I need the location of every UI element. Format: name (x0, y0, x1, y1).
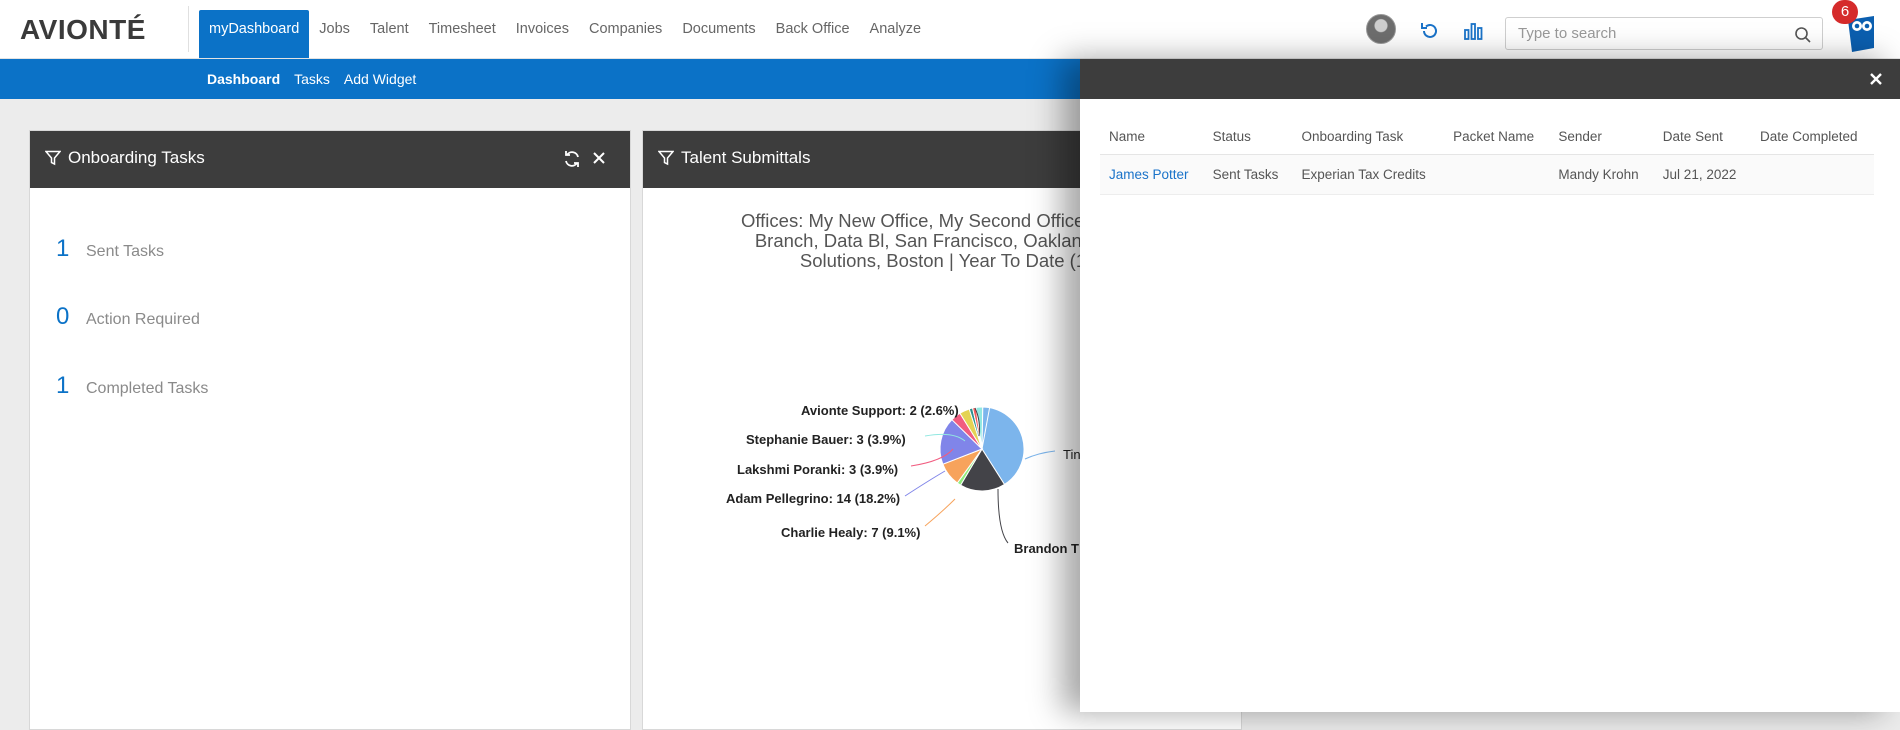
nav-documents[interactable]: Documents (672, 10, 765, 58)
pie-data-label: Stephanie Bauer: 3 (3.9%) (746, 432, 906, 447)
search-box (1505, 17, 1823, 50)
table-cell (1444, 154, 1550, 195)
top-navigation-bar: AVIONTÉ myDashboard Jobs Talent Timeshee… (0, 0, 1900, 59)
nav-mydashboard[interactable]: myDashboard (199, 10, 310, 58)
widget-title: Onboarding Tasks (68, 148, 205, 167)
subnav-tasks[interactable]: Tasks (287, 59, 337, 99)
logo-divider (188, 6, 189, 52)
stat-value: 1 (56, 372, 70, 399)
table-cell (1751, 154, 1874, 195)
nav-timesheet[interactable]: Timesheet (419, 10, 506, 58)
pie-connector-line (997, 488, 1009, 544)
pie-data-label: Brandon T (1014, 541, 1079, 556)
pie-data-label: Charlie Healy: 7 (9.1%) (781, 525, 921, 540)
nav-jobs[interactable]: Jobs (309, 10, 360, 58)
table-row[interactable]: James Potter Sent Tasks Experian Tax Cre… (1100, 154, 1874, 195)
stat-action-required[interactable]: 0 Action Required (56, 303, 200, 331)
stat-label: Action Required (86, 311, 200, 328)
pie-data-label: Adam Pellegrino: 14 (18.2%) (726, 491, 901, 506)
close-icon[interactable] (590, 149, 608, 167)
pie-data-label: Tin (1063, 447, 1081, 462)
pie-connector-line (924, 498, 956, 527)
search-icon[interactable] (1794, 26, 1812, 44)
table-cell: Sent Tasks (1203, 154, 1293, 195)
onboarding-detail-panel: Name Status Onboarding Task Packet Name … (1080, 59, 1900, 712)
filter-icon[interactable] (45, 150, 61, 166)
nav-analyze[interactable]: Analyze (860, 10, 932, 58)
table-cell: Mandy Krohn (1549, 154, 1654, 195)
column-header[interactable]: Sender (1549, 121, 1654, 155)
pie-connector-line (1024, 450, 1056, 460)
onboarding-task-table: Name Status Onboarding Task Packet Name … (1100, 121, 1874, 195)
pie-connector-line (904, 470, 946, 497)
stat-sent-tasks[interactable]: 1 Sent Tasks (56, 235, 164, 263)
table-cell: Jul 21, 2022 (1653, 154, 1751, 195)
avionte-logo[interactable]: AVIONTÉ (20, 14, 146, 46)
panel-header (1080, 59, 1900, 99)
column-header[interactable]: Name (1100, 121, 1204, 155)
table-cell: Experian Tax Credits (1292, 154, 1445, 195)
column-header[interactable]: Packet Name (1444, 121, 1550, 155)
close-icon[interactable] (1868, 71, 1884, 87)
onboarding-tasks-widget: Onboarding Tasks 1 Sent Tasks 0 Action R… (29, 130, 631, 730)
bar-chart-icon[interactable] (1462, 20, 1484, 42)
user-avatar[interactable] (1366, 14, 1396, 44)
main-nav: myDashboard Jobs Talent Timesheet Invoic… (199, 10, 931, 58)
subnav-add-widget[interactable]: Add Widget (337, 59, 423, 99)
refresh-icon[interactable] (1419, 20, 1441, 42)
talent-name-link[interactable]: James Potter (1100, 154, 1204, 195)
pie-data-label: Avionte Support: 2 (2.6%) (801, 403, 959, 418)
pie-data-label: Lakshmi Poranki: 3 (3.9%) (737, 462, 899, 477)
stat-label: Sent Tasks (86, 243, 164, 260)
stat-completed-tasks[interactable]: 1 Completed Tasks (56, 372, 208, 400)
table-header-row: Name Status Onboarding Task Packet Name … (1100, 121, 1874, 155)
column-header[interactable]: Status (1203, 121, 1293, 155)
nav-companies[interactable]: Companies (579, 10, 672, 58)
refresh-icon[interactable] (562, 149, 582, 169)
stat-label: Completed Tasks (86, 380, 209, 397)
widget-header: Onboarding Tasks (30, 131, 630, 188)
nav-invoices[interactable]: Invoices (506, 10, 579, 58)
stat-value: 1 (56, 235, 70, 262)
subnav-dashboard[interactable]: Dashboard (200, 59, 287, 99)
search-input[interactable] (1506, 18, 1776, 49)
nav-back-office[interactable]: Back Office (766, 10, 860, 58)
notification-badge[interactable]: 6 (1832, 0, 1858, 24)
stat-value: 0 (56, 303, 70, 330)
nav-talent[interactable]: Talent (360, 10, 419, 58)
column-header[interactable]: Date Completed (1751, 121, 1874, 155)
column-header[interactable]: Onboarding Task (1292, 121, 1445, 155)
column-header[interactable]: Date Sent (1653, 121, 1751, 155)
